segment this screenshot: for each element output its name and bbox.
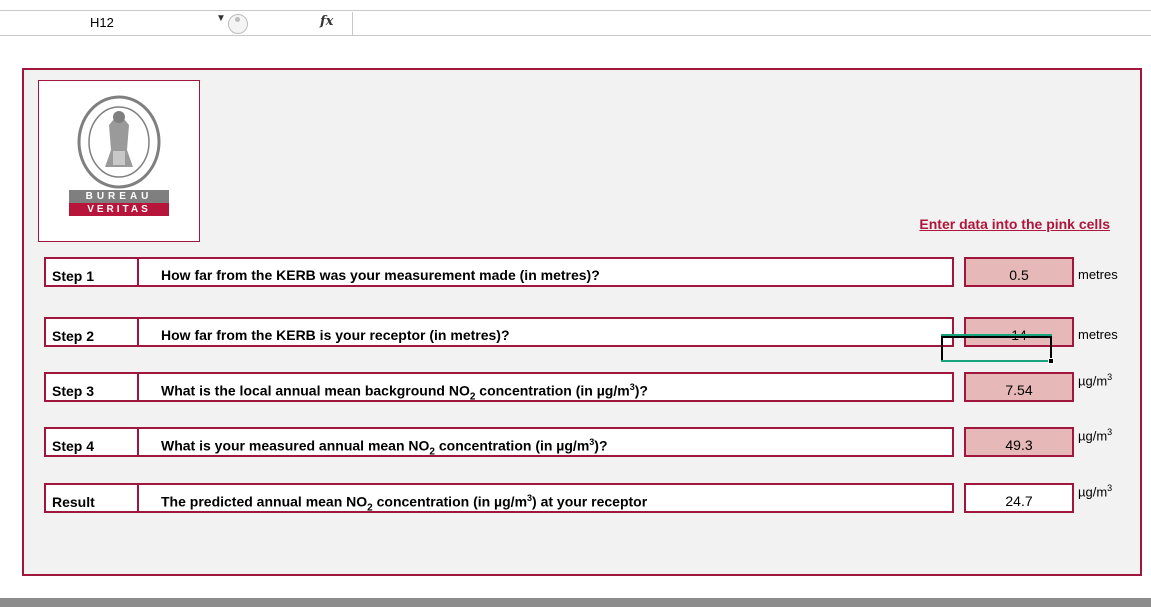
unit-label: metres [1078,327,1118,342]
step-label[interactable]: Step 2 [44,317,139,347]
instruction-text: Enter data into the pink cells [919,216,1110,232]
question-text[interactable]: How far from the KERB was your measureme… [137,257,954,287]
fill-handle[interactable] [1048,358,1054,364]
question-text[interactable]: What is the local annual mean background… [137,372,954,402]
formula-input[interactable] [352,12,1151,35]
unit-label: µg/m3 [1078,427,1113,444]
formula-bar-splitter[interactable] [228,14,248,34]
formula-bar: H12 ▼ fx [0,10,1151,36]
question-text[interactable]: How far from the KERB is your receptor (… [137,317,954,347]
question-text[interactable]: The predicted annual mean NO2 concentrat… [137,483,954,513]
logo-text-bottom: VERITAS [69,203,169,216]
measurement-distance-input[interactable]: 0.5 [964,257,1074,287]
selection-bottom-edge [941,360,1052,362]
unit-label: µg/m3 [1078,372,1113,389]
predicted-concentration-output[interactable]: 24.7 [964,483,1074,513]
seal-icon [77,95,161,189]
step-label[interactable]: Step 1 [44,257,139,287]
name-box-value: H12 [90,15,114,30]
logo-text-top: BUREAU [69,190,169,203]
step-label[interactable]: Step 3 [44,372,139,402]
measured-concentration-input[interactable]: 49.3 [964,427,1074,457]
background-concentration-input[interactable]: 7.54 [964,372,1074,402]
question-text[interactable]: What is your measured annual mean NO2 co… [137,427,954,457]
selected-cell[interactable] [941,336,1052,362]
name-box[interactable]: H12 ▼ [6,13,230,33]
unit-label: metres [1078,267,1118,282]
chevron-down-icon[interactable]: ▼ [216,13,226,24]
bureau-veritas-logo: BUREAU VERITAS [38,80,200,242]
calculator-panel: BUREAU VERITAS Enter data into the pink … [22,68,1142,576]
result-label[interactable]: Result [44,483,139,513]
horizontal-scrollbar[interactable] [0,598,1151,607]
unit-label: µg/m3 [1078,483,1113,500]
insert-function-icon[interactable]: fx [320,14,333,29]
step-label[interactable]: Step 4 [44,427,139,457]
